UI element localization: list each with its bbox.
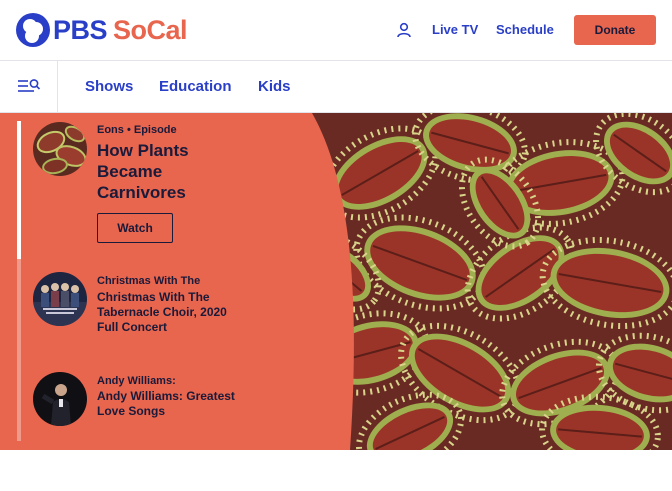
pbs-socal-logo[interactable]: PBS SoCal: [16, 12, 188, 48]
main-nav: Shows Education Kids: [0, 61, 672, 113]
menu-search-button[interactable]: [0, 61, 58, 113]
pbs-head-icon: [16, 13, 50, 47]
thumbnail-how-plants[interactable]: [33, 122, 87, 176]
item-eyebrow-3: Andy Williams:: [97, 375, 176, 387]
item-eyebrow-2: Christmas With The: [97, 275, 201, 287]
brand-name-socal: SoCal: [113, 14, 188, 45]
item-title-1[interactable]: How Plants Became Carnivores: [97, 140, 227, 203]
menu-search-icon: [18, 79, 41, 92]
schedule-link[interactable]: Schedule: [496, 22, 554, 38]
user-account-icon[interactable]: [396, 22, 412, 38]
watch-button[interactable]: Watch: [97, 213, 173, 243]
item-title-2[interactable]: Christmas With The Tabernacle Choir, 202…: [97, 290, 237, 335]
donate-button[interactable]: Donate: [574, 15, 656, 45]
site-header: PBS SoCal Live TV Schedule Donate: [0, 0, 672, 61]
nav-link-shows[interactable]: Shows: [85, 78, 133, 96]
thumbnail-andy-williams[interactable]: [33, 372, 87, 426]
carousel-progress-track: [17, 121, 21, 441]
item-title-3[interactable]: Andy Williams: Greatest Love Songs: [97, 389, 237, 419]
hero-carousel: Eons • Episode How Plants Became Carnivo…: [0, 113, 672, 450]
live-tv-link[interactable]: Live TV: [432, 22, 478, 38]
nav-link-kids[interactable]: Kids: [258, 78, 291, 96]
carousel-progress-fill: [17, 121, 21, 259]
brand-name-pbs: PBS: [53, 14, 108, 45]
item-eyebrow-1: Eons • Episode: [97, 124, 177, 136]
nav-link-education[interactable]: Education: [159, 78, 232, 96]
thumbnail-tabernacle-choir[interactable]: [33, 272, 87, 326]
